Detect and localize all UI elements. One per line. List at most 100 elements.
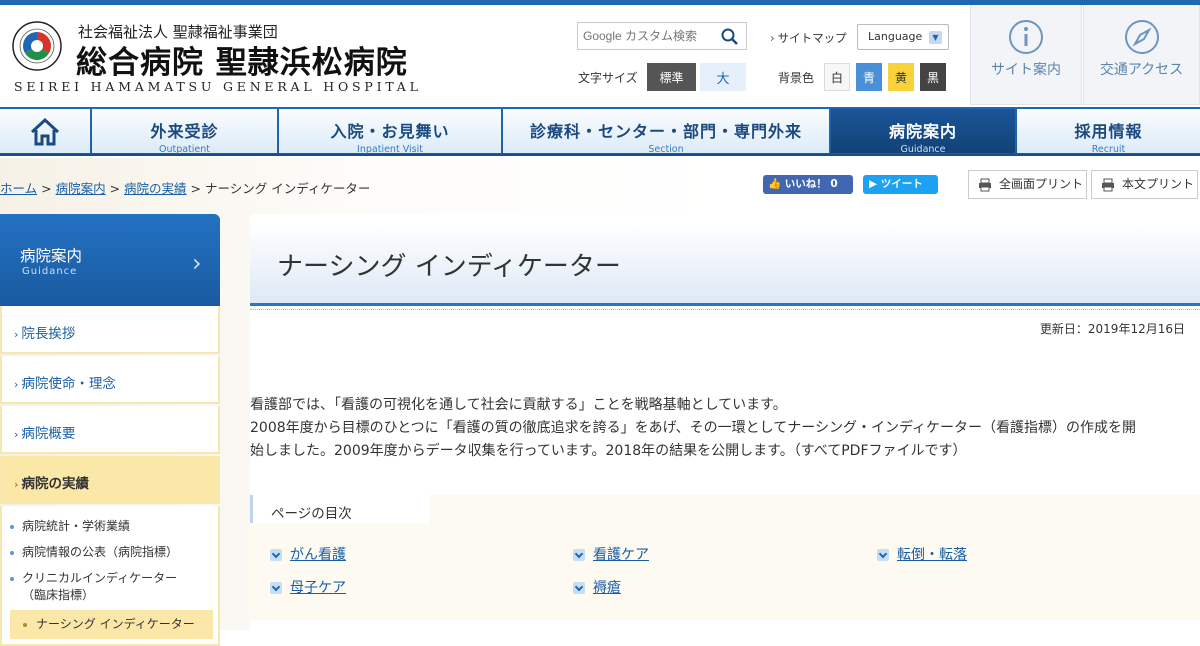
breadcrumb-guidance[interactable]: 病院案内: [56, 181, 106, 196]
sidebar-title: 病院案内: [20, 247, 83, 265]
sidebar-item-mission[interactable]: › 病院使命・理念: [0, 356, 220, 404]
sidebar-title-en: Guidance: [22, 266, 78, 277]
nav-label: 採用情報: [1074, 122, 1143, 141]
chevron-down-icon: [877, 549, 889, 561]
chevron-right-icon: ›: [192, 249, 202, 277]
bg-blue-button[interactable]: 青: [856, 63, 882, 91]
toc-link[interactable]: 看護ケア: [593, 547, 649, 563]
nav-label-en: Inpatient Visit: [357, 144, 423, 155]
bg-black-button[interactable]: 黒: [920, 63, 946, 91]
font-size-label: 文字サイズ: [578, 71, 638, 85]
sitemap-label: サイトマップ: [777, 31, 847, 45]
toc-item-falls[interactable]: 転倒・転落: [877, 544, 967, 564]
site-header: 社会福祉法人 聖隷福祉事業団 総合病院 聖隷浜松病院 SEIREI HAMAMA…: [0, 5, 1200, 107]
compass-icon: [1124, 20, 1159, 54]
chevron-down-icon: [573, 549, 585, 561]
search-input[interactable]: [578, 23, 716, 49]
page-title-banner: ナーシング インディケーター: [250, 214, 1200, 306]
print-full-label: 全画面プリント: [999, 177, 1084, 191]
nav-outpatient[interactable]: 外来受診 Outpatient: [92, 109, 278, 155]
font-size-standard-button[interactable]: 標準: [647, 63, 696, 91]
nav-inpatient[interactable]: 入院・お見舞い Inpatient Visit: [279, 109, 502, 155]
subnav-item-clinical-indicator[interactable]: クリニカルインディケーター （臨床指標）: [9, 570, 178, 604]
breadcrumb-separator: >: [190, 181, 205, 196]
hospital-logo[interactable]: [12, 21, 62, 71]
subnav-item-label: クリニカルインディケーター: [22, 571, 178, 585]
hospital-name-en: SEIREI HAMAMATSU GENERAL HOSPITAL: [14, 79, 422, 94]
sidebar-item-label: 病院使命・理念: [21, 376, 116, 392]
toc-item-pressure-ulcer[interactable]: 褥瘡: [573, 577, 621, 597]
subnav-item-statistics[interactable]: 病院統計・学術業績: [9, 518, 130, 535]
nav-recruit[interactable]: 採用情報 Recruit: [1017, 109, 1200, 155]
subnav-item-label-cont: （臨床指標）: [22, 588, 95, 602]
breadcrumb-home[interactable]: ホーム: [0, 181, 37, 196]
breadcrumb-current: ナーシング インディケーター: [204, 181, 371, 196]
access-button[interactable]: 交通アクセス: [1083, 5, 1200, 105]
sidebar-item-label: 病院の実績: [21, 476, 90, 492]
table-of-contents: ページの目次 がん看護 看護ケア 転倒・転落 母子ケア 褥瘡: [250, 495, 1200, 620]
sidebar-item-overview[interactable]: › 病院概要: [0, 406, 220, 454]
intro-text: 看護部では、「看護の可視化を通して社会に貢献する」ことを戦略基軸としています。 …: [250, 394, 1200, 463]
chevron-right-icon: ›: [770, 31, 775, 45]
print-body-label: 本文プリント: [1122, 177, 1195, 191]
toc-link[interactable]: 母子ケア: [290, 580, 346, 596]
nav-label-en: Recruit: [1091, 144, 1126, 155]
print-full-button[interactable]: 全画面プリント: [968, 170, 1087, 199]
sidebar-item-results[interactable]: › 病院の実績: [0, 456, 220, 504]
toc-item-nursing-care[interactable]: 看護ケア: [573, 544, 649, 564]
site-guide-button[interactable]: サイト案内: [970, 5, 1082, 105]
chevron-down-icon: ▼: [929, 31, 942, 44]
tweet-label: ツイート: [880, 178, 923, 190]
subnav-item-nursing-indicator[interactable]: ナーシング インディケーター: [10, 610, 213, 639]
site-guide-label: サイト案内: [991, 62, 1061, 78]
sitemap-link[interactable]: › サイトマップ: [770, 30, 847, 46]
nav-label-en: Guidance: [900, 144, 946, 155]
chevron-down-icon: [270, 549, 282, 561]
nav-section[interactable]: 診療科・センター・部門・専門外来 Section: [503, 109, 830, 155]
bird-icon: ▶: [869, 178, 878, 190]
toc-link[interactable]: がん看護: [290, 547, 346, 563]
sidebar-header[interactable]: 病院案内 Guidance ›: [0, 214, 220, 306]
thumbs-up-icon: 👍: [768, 178, 782, 190]
tweet-button[interactable]: ▶ ツイート: [863, 175, 938, 194]
bg-color-label: 背景色: [778, 71, 815, 85]
chevron-down-icon: [270, 582, 282, 594]
font-size-large-button[interactable]: 大: [700, 63, 746, 91]
sidebar-item-greeting[interactable]: › 院長挨拶: [0, 306, 220, 354]
intro-line: 始しました。2009年度からデータ収集を行っています。2018年の結果を公開しま…: [250, 443, 967, 459]
divider: [250, 309, 1200, 311]
intro-line: 看護部では、「看護の可視化を通して社会に貢献する」ことを戦略基軸としています。: [250, 397, 787, 413]
toc-item-cancer-nursing[interactable]: がん看護: [270, 544, 346, 564]
bg-yellow-button[interactable]: 黄: [888, 63, 914, 91]
print-body-button[interactable]: 本文プリント: [1091, 170, 1198, 199]
access-label: 交通アクセス: [1099, 62, 1184, 78]
language-label: Language: [868, 30, 923, 43]
info-icon: [1009, 20, 1043, 54]
nav-label: 病院案内: [888, 122, 957, 141]
language-select[interactable]: Language ▼: [857, 24, 949, 50]
subnav-item-hospital-indicators[interactable]: 病院情報の公表（病院指標）: [9, 544, 178, 561]
printer-icon: [979, 178, 991, 192]
global-nav: 外来受診 Outpatient 入院・お見舞い Inpatient Visit 診療…: [0, 107, 1200, 156]
chevron-right-icon: ›: [14, 478, 19, 491]
toc-link[interactable]: 転倒・転落: [897, 547, 967, 563]
search-box: [577, 22, 747, 50]
breadcrumb: ホーム > 病院案内 > 病院の実績 > ナーシング インディケーター: [0, 178, 370, 197]
breadcrumb-results[interactable]: 病院の実績: [124, 181, 187, 196]
printer-icon: [1102, 178, 1114, 192]
intro-line: 2008年度から目標のひとつに「看護の質の徹底追求を誇る」をあげ、その一環として…: [250, 420, 1136, 436]
toc-link[interactable]: 褥瘡: [593, 580, 621, 596]
updated-date: 更新日：2019年12月16日: [1039, 322, 1185, 336]
hospital-name[interactable]: 総合病院 聖隷浜松病院: [76, 37, 408, 82]
search-icon[interactable]: [720, 27, 740, 47]
nav-label: 診療科・センター・部門・専門外来: [529, 122, 802, 141]
breadcrumb-separator: >: [41, 181, 56, 196]
main-content: ナーシング インディケーター 更新日：2019年12月16日 看護部では、「看護…: [250, 214, 1200, 630]
toc-item-maternal-care[interactable]: 母子ケア: [270, 577, 346, 597]
page-title: ナーシング インディケーター: [277, 252, 621, 282]
sidebar-item-label: 病院概要: [21, 426, 76, 442]
facebook-like-button[interactable]: 👍 いいね！ 0: [763, 175, 853, 194]
bg-white-button[interactable]: 白: [824, 63, 850, 91]
nav-guidance[interactable]: 病院案内 Guidance: [831, 109, 1016, 155]
nav-home[interactable]: [0, 109, 91, 153]
